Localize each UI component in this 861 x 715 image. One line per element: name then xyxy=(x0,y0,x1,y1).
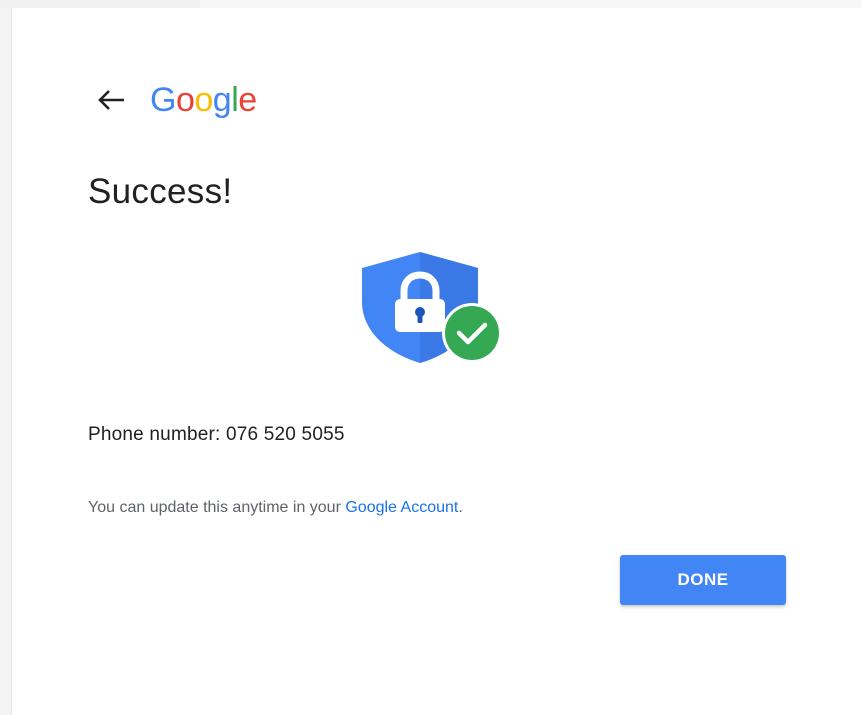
back-button[interactable] xyxy=(95,84,127,116)
logo-letter: o xyxy=(175,81,195,119)
google-account-link[interactable]: Google Account xyxy=(345,499,458,516)
top-strip-highlight xyxy=(200,0,861,8)
logo-letter: o xyxy=(194,81,213,119)
google-logo: Google xyxy=(150,80,257,120)
header: Google xyxy=(95,80,257,120)
update-note-suffix: . xyxy=(458,499,463,516)
logo-letter: l xyxy=(231,81,239,119)
left-border xyxy=(0,8,12,715)
logo-letter: G xyxy=(150,81,176,119)
phone-number-text: Phone number: 076 520 5055 xyxy=(88,424,345,445)
page-title: Success! xyxy=(88,172,233,211)
logo-letter: e xyxy=(238,81,257,119)
shield-lock-check-icon xyxy=(362,252,502,363)
arrow-left-icon xyxy=(98,90,124,110)
done-button[interactable]: DONE xyxy=(620,555,786,605)
logo-letter: g xyxy=(212,81,232,119)
update-note-prefix: You can update this anytime in your xyxy=(88,499,346,516)
update-note: You can update this anytime in your Goog… xyxy=(88,499,463,517)
window-frame: Google Success! Phone number: 076 520 50… xyxy=(0,0,861,715)
